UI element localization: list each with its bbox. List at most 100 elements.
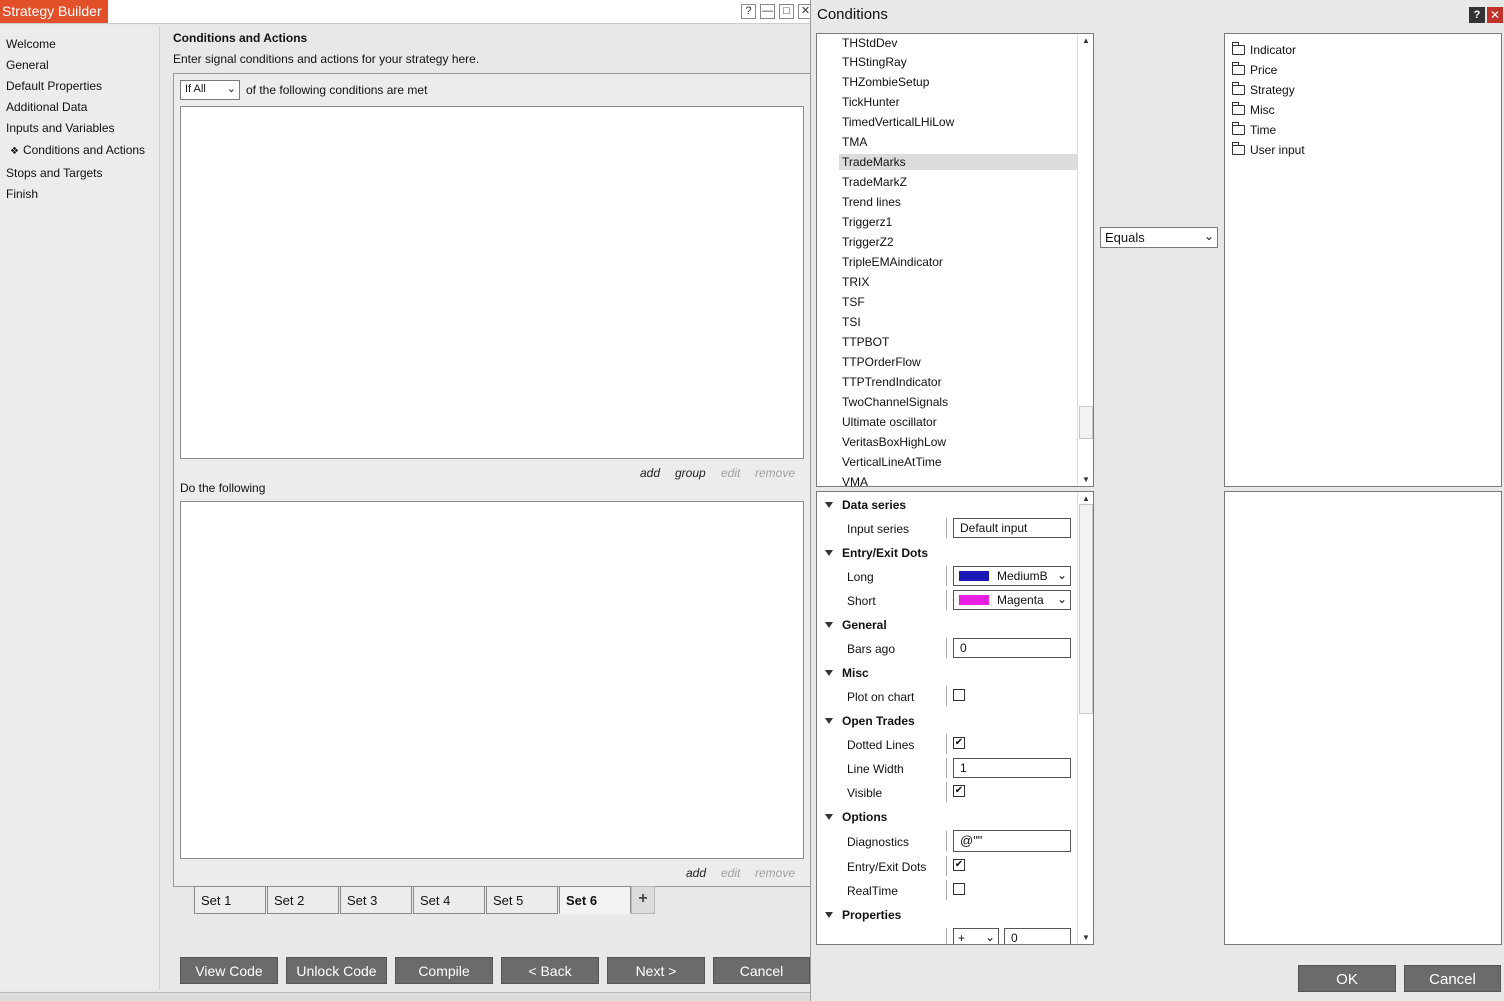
unlock-code-button[interactable]: Unlock Code bbox=[286, 957, 387, 984]
category-time[interactable]: Time bbox=[1232, 122, 1276, 137]
long-color-select[interactable]: MediumB ⌄ bbox=[953, 566, 1071, 586]
category-user-input[interactable]: User input bbox=[1232, 142, 1305, 157]
category-tree[interactable]: Indicator Price Strategy Misc Time User … bbox=[1224, 33, 1502, 487]
list-item[interactable]: THStingRay bbox=[839, 54, 1077, 70]
indicator-list-scrollbar[interactable]: ▲ ▼ bbox=[1077, 34, 1093, 486]
realtime-checkbox[interactable] bbox=[953, 883, 965, 895]
list-item[interactable]: VMA bbox=[839, 474, 1077, 486]
offset-operator-select[interactable]: + ⌄ bbox=[953, 928, 999, 944]
tab-set-5[interactable]: Set 5 bbox=[486, 886, 558, 914]
actions-list[interactable] bbox=[180, 501, 804, 859]
remove-condition-link[interactable]: remove bbox=[755, 466, 795, 480]
bars-ago-field[interactable]: 0 bbox=[953, 638, 1071, 658]
group-general[interactable]: General bbox=[825, 618, 887, 632]
scroll-up-icon[interactable]: ▲ bbox=[1078, 36, 1093, 45]
nav-item-welcome[interactable]: Welcome bbox=[6, 37, 56, 51]
tab-set-2[interactable]: Set 2 bbox=[267, 886, 339, 914]
list-item[interactable]: TSF bbox=[839, 294, 1077, 310]
cancel-button[interactable]: Cancel bbox=[713, 957, 810, 984]
next-button[interactable]: Next > bbox=[607, 957, 705, 984]
list-item[interactable]: TTPTrendIndicator bbox=[839, 374, 1077, 390]
group-data-series[interactable]: Data series bbox=[825, 498, 906, 512]
list-item[interactable]: Trend lines bbox=[839, 194, 1077, 210]
add-action-link[interactable]: add bbox=[686, 866, 706, 880]
nav-item-finish[interactable]: Finish bbox=[6, 187, 38, 201]
scroll-down-icon[interactable]: ▼ bbox=[1078, 475, 1093, 484]
group-properties[interactable]: Properties bbox=[825, 908, 901, 922]
tab-set-1[interactable]: Set 1 bbox=[194, 886, 266, 914]
list-item[interactable]: TimedVerticalLHiLow bbox=[839, 114, 1077, 130]
list-item[interactable]: TTPBOT bbox=[839, 334, 1077, 350]
nav-item-inputs-and-variables[interactable]: Inputs and Variables bbox=[6, 121, 115, 135]
tab-set-4[interactable]: Set 4 bbox=[413, 886, 485, 914]
category-price[interactable]: Price bbox=[1232, 62, 1277, 77]
dialog-cancel-button[interactable]: Cancel bbox=[1404, 965, 1501, 992]
list-item[interactable]: TradeMarkZ bbox=[839, 174, 1077, 190]
visible-checkbox[interactable]: ✔ bbox=[953, 785, 965, 797]
scroll-thumb[interactable] bbox=[1079, 406, 1093, 439]
nav-item-additional-data[interactable]: Additional Data bbox=[6, 100, 87, 114]
input-series-field[interactable]: Default input bbox=[953, 518, 1071, 538]
list-item[interactable]: VeritasBoxHighLow bbox=[839, 434, 1077, 450]
remove-action-link[interactable]: remove bbox=[755, 866, 795, 880]
maximize-button[interactable]: □ bbox=[779, 4, 794, 19]
category-misc[interactable]: Misc bbox=[1232, 102, 1275, 117]
tab-set-6[interactable]: Set 6 bbox=[559, 886, 631, 914]
group-open-trades[interactable]: Open Trades bbox=[825, 714, 915, 728]
property-grid-scrollbar[interactable]: ▲ ▼ bbox=[1077, 492, 1093, 944]
entry-exit-dots-checkbox[interactable]: ✔ bbox=[953, 859, 965, 871]
list-item[interactable]: TickHunter bbox=[839, 94, 1077, 110]
nav-item-general[interactable]: General bbox=[6, 58, 49, 72]
property-grid[interactable]: Data series Input series Default input E… bbox=[816, 491, 1094, 945]
ok-button[interactable]: OK bbox=[1298, 965, 1396, 992]
category-indicator[interactable]: Indicator bbox=[1232, 42, 1296, 57]
list-item[interactable]: Ultimate oscillator bbox=[839, 414, 1077, 430]
group-entry-exit-dots[interactable]: Entry/Exit Dots bbox=[825, 546, 928, 560]
selected-list-item[interactable]: TradeMarks bbox=[839, 154, 1077, 170]
list-item[interactable]: THStdDev bbox=[839, 35, 1077, 51]
short-color-select[interactable]: Magenta ⌄ bbox=[953, 590, 1071, 610]
add-set-button[interactable]: + bbox=[631, 886, 655, 914]
help-button[interactable]: ? bbox=[741, 4, 756, 19]
plot-on-chart-checkbox[interactable] bbox=[953, 689, 965, 701]
dialog-help-button[interactable]: ? bbox=[1469, 7, 1485, 23]
list-item[interactable]: Triggerz1 bbox=[839, 214, 1077, 230]
group-misc[interactable]: Misc bbox=[825, 666, 869, 680]
nav-item-conditions-and-actions[interactable]: ❖ Conditions and Actions bbox=[10, 143, 145, 157]
scroll-down-icon[interactable]: ▼ bbox=[1078, 933, 1093, 942]
dotted-lines-checkbox[interactable]: ✔ bbox=[953, 737, 965, 749]
add-condition-link[interactable]: add bbox=[640, 466, 660, 480]
list-item[interactable]: TSI bbox=[839, 314, 1077, 330]
offset-value-field[interactable]: 0 bbox=[1004, 928, 1071, 944]
diagnostics-field[interactable]: @"" bbox=[953, 830, 1071, 852]
list-item[interactable]: THZombieSetup bbox=[839, 74, 1077, 90]
back-button[interactable]: < Back bbox=[501, 957, 599, 984]
edit-condition-link[interactable]: edit bbox=[721, 466, 740, 480]
indicator-list[interactable]: THStdDev THStingRay THZombieSetup TickHu… bbox=[816, 33, 1094, 487]
compile-button[interactable]: Compile bbox=[395, 957, 493, 984]
dialog-close-button[interactable]: ✕ bbox=[1487, 7, 1503, 23]
nav-item-stops-and-targets[interactable]: Stops and Targets bbox=[6, 166, 103, 180]
group-options[interactable]: Options bbox=[825, 810, 887, 824]
list-item[interactable]: TMA bbox=[839, 134, 1077, 150]
minimize-button[interactable]: — bbox=[760, 4, 775, 19]
list-item[interactable]: TripleEMAindicator bbox=[839, 254, 1077, 270]
list-item[interactable]: VerticalLineAtTime bbox=[839, 454, 1077, 470]
window-title: Strategy Builder bbox=[0, 0, 108, 23]
list-item[interactable]: TTPOrderFlow bbox=[839, 354, 1077, 370]
scroll-thumb[interactable] bbox=[1079, 504, 1093, 714]
tab-set-3[interactable]: Set 3 bbox=[340, 886, 412, 914]
group-condition-link[interactable]: group bbox=[675, 466, 706, 480]
conditions-list[interactable] bbox=[180, 106, 804, 459]
line-width-field[interactable]: 1 bbox=[953, 758, 1071, 778]
view-code-button[interactable]: View Code bbox=[180, 957, 278, 984]
list-item[interactable]: TwoChannelSignals bbox=[839, 394, 1077, 410]
operator-select[interactable]: Equals ⌄ bbox=[1100, 227, 1218, 248]
list-item[interactable]: TRIX bbox=[839, 274, 1077, 290]
nav-item-default-properties[interactable]: Default Properties bbox=[6, 79, 102, 93]
category-strategy[interactable]: Strategy bbox=[1232, 82, 1295, 97]
list-item[interactable]: TriggerZ2 bbox=[839, 234, 1077, 250]
edit-action-link[interactable]: edit bbox=[721, 866, 740, 880]
condition-mode-select[interactable]: If All ⌄ bbox=[180, 80, 240, 100]
scroll-up-icon[interactable]: ▲ bbox=[1078, 494, 1093, 503]
